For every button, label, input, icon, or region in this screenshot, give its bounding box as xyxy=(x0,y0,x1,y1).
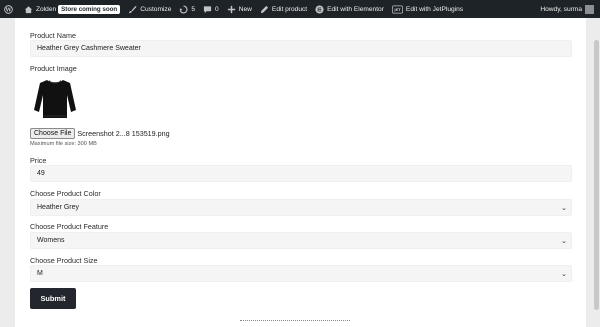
price-label: Price xyxy=(30,156,47,165)
submit-button[interactable]: Submit xyxy=(30,288,76,309)
jetplugins-icon: JET xyxy=(392,5,403,14)
size-selected-value: M xyxy=(37,270,43,277)
elementor-icon xyxy=(315,4,324,14)
store-status-badge[interactable]: Store coming soon xyxy=(58,4,121,14)
edit-jetplugins-label: Edit with JetPlugins xyxy=(405,5,464,13)
edit-elementor-label: Edit with Elementor xyxy=(327,5,384,13)
wordpress-menu[interactable]: W xyxy=(0,0,20,18)
edit-product-label: Edit product xyxy=(271,5,308,13)
scrollbar-thumb[interactable] xyxy=(594,40,599,310)
product-form: Product Name Heather Grey Cashmere Sweat… xyxy=(15,18,586,327)
feature-selected-value: Womens xyxy=(37,237,65,244)
jetplugins-icon-text: JET xyxy=(393,8,401,12)
price-value: 49 xyxy=(37,170,45,177)
edit-elementor-link[interactable]: Edit with Elementor xyxy=(311,0,388,18)
price-input[interactable]: 49 xyxy=(30,165,572,182)
page-scrollbar[interactable] xyxy=(592,18,600,327)
size-select[interactable]: M ⌄ xyxy=(30,265,572,282)
chevron-down-icon: ⌄ xyxy=(561,237,567,245)
updates-count: 5 xyxy=(191,5,196,13)
avatar xyxy=(585,4,594,14)
pencil-icon xyxy=(260,5,269,14)
sweater-image xyxy=(34,80,76,118)
home-icon xyxy=(24,5,33,14)
choose-file-button[interactable]: Choose File xyxy=(30,128,76,139)
cut-off-text-line xyxy=(240,320,350,324)
wordpress-icon: W xyxy=(4,4,13,14)
feature-select[interactable]: Womens ⌄ xyxy=(30,232,572,249)
comments-link[interactable]: 0 xyxy=(199,0,223,18)
product-image-thumbnail xyxy=(30,74,80,122)
user-account-menu[interactable]: Howdy, surma xyxy=(540,4,600,14)
product-name-input[interactable]: Heather Grey Cashmere Sweater xyxy=(30,40,572,57)
color-select[interactable]: Heather Grey ⌄ xyxy=(30,199,572,216)
updates-link[interactable]: 5 xyxy=(175,0,199,18)
product-name-label: Product Name xyxy=(30,31,76,40)
file-upload-row: Choose File Screenshot 2...8 153519.png xyxy=(30,128,170,139)
color-selected-value: Heather Grey xyxy=(37,204,80,211)
edit-product-link[interactable]: Edit product xyxy=(256,0,311,18)
product-image-label: Product Image xyxy=(30,64,77,73)
max-file-size-hint: Maximum file size: 300 MB xyxy=(30,141,97,147)
product-name-value: Heather Grey Cashmere Sweater xyxy=(37,45,141,52)
customize-label: Customize xyxy=(140,5,172,13)
comments-count: 0 xyxy=(215,5,219,13)
color-label: Choose Product Color xyxy=(30,189,101,198)
howdy-text: Howdy, surma xyxy=(540,5,582,13)
chevron-down-icon: ⌄ xyxy=(561,270,567,278)
new-label: New xyxy=(238,5,252,13)
brush-icon xyxy=(128,5,137,14)
chevron-down-icon: ⌄ xyxy=(561,204,567,212)
customize-link[interactable]: Customize xyxy=(124,0,175,18)
feature-label: Choose Product Feature xyxy=(30,222,109,231)
site-name: Zolden xyxy=(36,5,57,13)
plus-icon xyxy=(227,5,236,14)
svg-text:W: W xyxy=(4,7,12,13)
edit-jetplugins-link[interactable]: JET Edit with JetPlugins xyxy=(388,0,467,18)
size-label: Choose Product Size xyxy=(30,256,98,265)
new-content-link[interactable]: New xyxy=(223,0,256,18)
updates-icon xyxy=(179,4,188,14)
admin-bar: W Zolden Store coming soon Customize 5 0… xyxy=(0,0,600,18)
site-name-link[interactable]: Zolden Store coming soon xyxy=(20,0,124,18)
file-name: Screenshot 2...8 153519.png xyxy=(77,129,170,138)
comment-icon xyxy=(203,5,212,14)
